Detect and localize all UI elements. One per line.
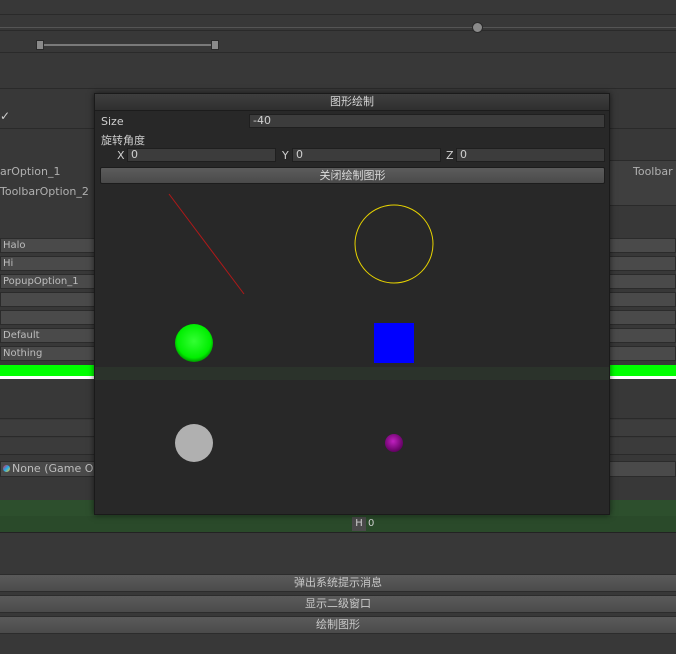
window-title[interactable]: 图形绘制 [95, 94, 609, 111]
size-field[interactable]: -40 [249, 114, 605, 128]
rotation-label: 旋转角度 [101, 134, 145, 147]
h-label: H [352, 517, 366, 531]
red-diagonal-line [168, 193, 245, 295]
yellow-circle-outline [354, 204, 434, 284]
z-label: Z [446, 149, 454, 162]
canvas-dark-band [95, 367, 609, 380]
divider [0, 30, 676, 31]
top-slider-track[interactable] [0, 27, 676, 28]
toolbar-option-1[interactable]: arOption_1 [0, 165, 60, 178]
green-filled-circle [175, 324, 213, 362]
pencil-icon[interactable]: ✓ [0, 110, 10, 122]
green-band [0, 516, 676, 533]
object-field-value: None (Game O [12, 462, 94, 475]
rotation-y-field[interactable]: 0 [292, 148, 441, 162]
toolbar-option-right-label: Toolbar [633, 165, 673, 178]
size-label: Size [101, 115, 124, 128]
purple-sphere [385, 434, 403, 452]
range-slider-track[interactable] [40, 44, 215, 46]
shape-drawing-window: 图形绘制 Size -40 旋转角度 X 0 Y 0 Z 0 关闭绘制图形 [94, 93, 610, 515]
rotation-x-field[interactable]: 0 [127, 148, 276, 162]
show-system-message-button[interactable]: 弹出系统提示消息 [0, 574, 676, 592]
divider [0, 52, 676, 53]
divider [0, 88, 676, 89]
drawing-canvas [95, 193, 609, 462]
range-slider-min-handle[interactable] [36, 40, 44, 50]
toolbar-option-2[interactable]: ToolbarOption_2 [0, 185, 89, 198]
top-slider-thumb[interactable] [472, 22, 483, 33]
close-drawing-button[interactable]: 关闭绘制图形 [100, 167, 605, 184]
gray-filled-circle [175, 424, 213, 462]
show-secondary-window-button[interactable]: 显示二级窗口 [0, 595, 676, 613]
range-slider-max-handle[interactable] [211, 40, 219, 50]
h-value[interactable]: 0 [368, 517, 374, 531]
blue-square [374, 323, 414, 363]
x-label: X [117, 149, 125, 162]
divider [0, 14, 676, 15]
draw-shapes-button[interactable]: 绘制图形 [0, 616, 676, 634]
y-label: Y [282, 149, 289, 162]
gameobject-icon [3, 465, 10, 472]
rotation-z-field[interactable]: 0 [456, 148, 605, 162]
